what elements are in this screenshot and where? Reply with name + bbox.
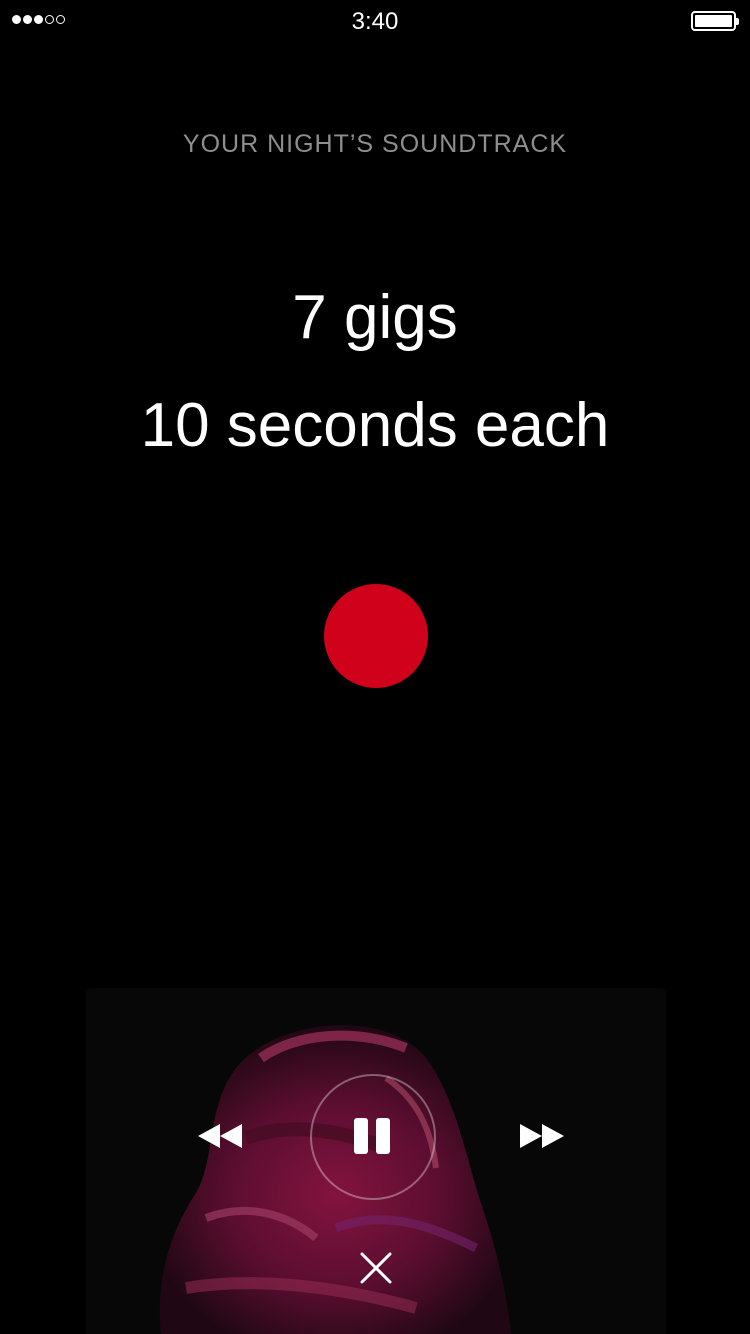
close-icon[interactable] (354, 1246, 398, 1290)
clip-duration: 10 seconds each (140, 391, 610, 460)
battery-fill (695, 15, 732, 27)
status-bar: 3:40 (0, 0, 750, 40)
battery-icon (691, 11, 739, 31)
rewind-icon[interactable] (194, 1116, 246, 1156)
player-card (86, 988, 666, 1334)
record-button[interactable] (324, 584, 428, 688)
pause-icon[interactable] (342, 1108, 402, 1164)
fast-forward-icon[interactable] (516, 1116, 568, 1156)
screen: 3:40 YOUR NIGHT’S SOUNDTRACK 7 gigs 10 s… (0, 0, 750, 1334)
status-time: 3:40 (351, 8, 399, 35)
gig-count: 7 gigs (292, 283, 458, 352)
section-eyebrow: YOUR NIGHT’S SOUNDTRACK (182, 130, 568, 158)
